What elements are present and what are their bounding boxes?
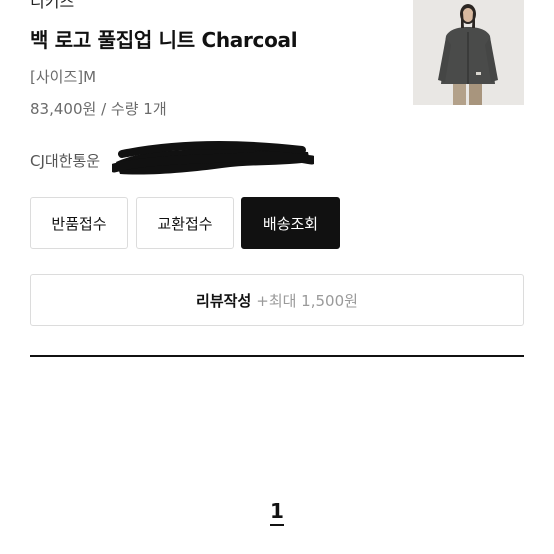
tracking-button[interactable]: 배송조회 bbox=[241, 197, 340, 249]
courier-info: CJ대한통운 bbox=[30, 152, 101, 170]
product-thumbnail[interactable] bbox=[413, 0, 524, 105]
current-page[interactable]: 1 bbox=[270, 500, 284, 526]
review-label: 리뷰작성 bbox=[196, 291, 252, 310]
separator: / bbox=[101, 100, 107, 118]
product-price: 83,400원 bbox=[30, 100, 97, 118]
review-reward: +최대 1,500원 bbox=[256, 291, 358, 310]
price-quantity: 83,400원 / 수량 1개 bbox=[30, 98, 167, 119]
product-option: [사이즈]M bbox=[30, 68, 97, 86]
pagination: 1 bbox=[262, 500, 292, 526]
product-image bbox=[413, 0, 524, 105]
write-review-button[interactable]: 리뷰작성 +최대 1,500원 bbox=[30, 274, 524, 326]
return-button[interactable]: 반품접수 bbox=[30, 197, 128, 249]
product-title[interactable]: 백 로고 풀집업 니트 Charcoal bbox=[30, 24, 298, 53]
exchange-button[interactable]: 교환접수 bbox=[136, 197, 234, 249]
product-quantity: 수량 1개 bbox=[110, 100, 167, 118]
brand-name: 디키즈 bbox=[30, 0, 75, 11]
section-divider bbox=[30, 355, 524, 357]
redaction-scribble bbox=[112, 141, 314, 175]
